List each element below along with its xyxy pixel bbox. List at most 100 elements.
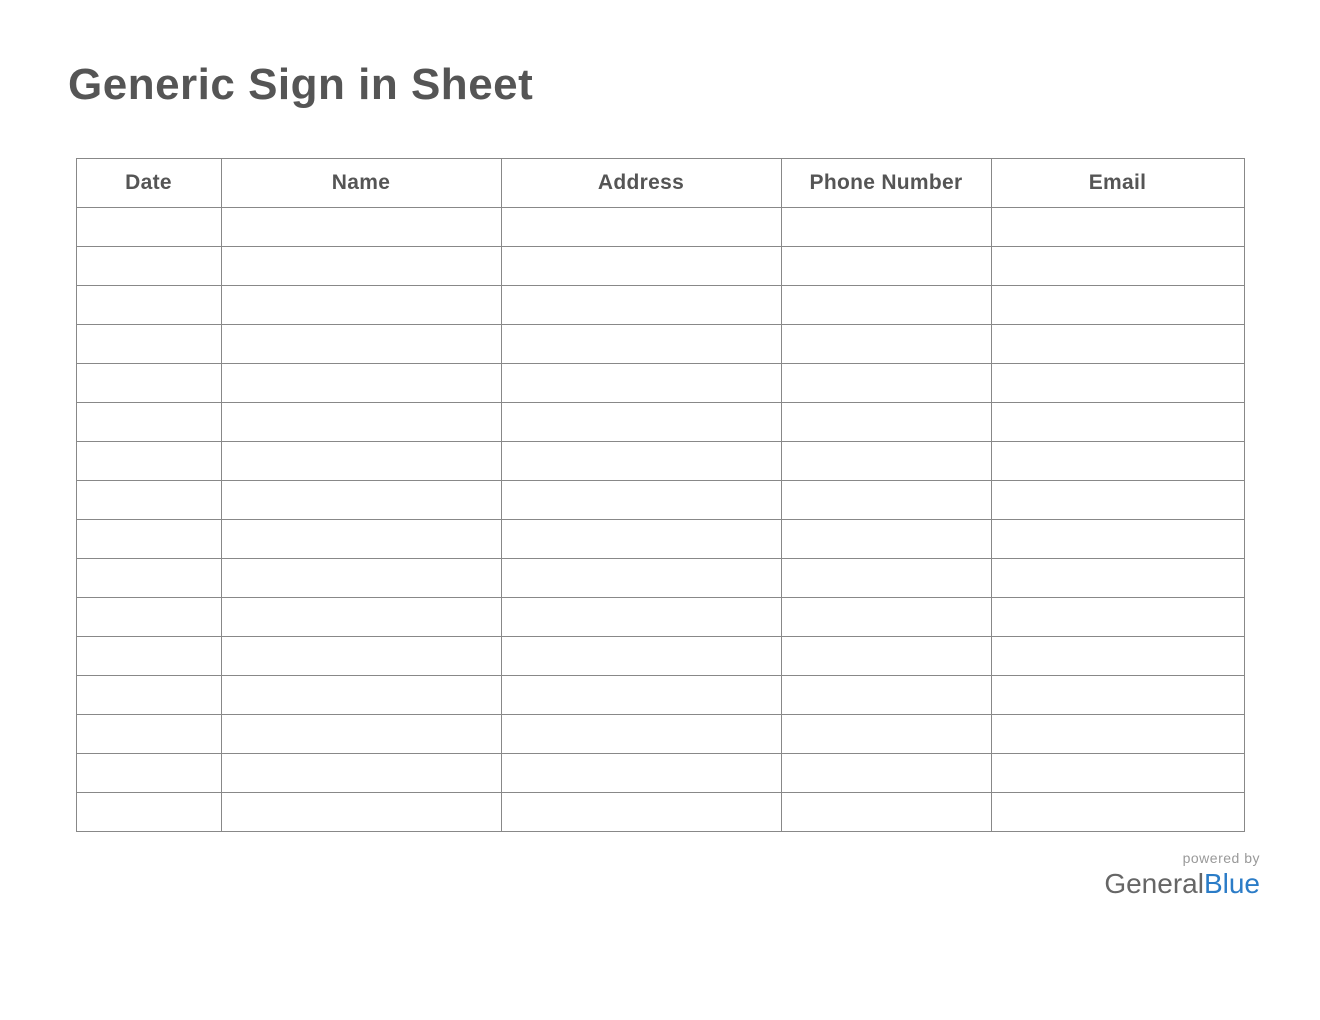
cell-address[interactable]	[501, 715, 781, 754]
cell-address[interactable]	[501, 364, 781, 403]
cell-email[interactable]	[991, 715, 1244, 754]
cell-date[interactable]	[76, 325, 221, 364]
cell-date[interactable]	[76, 364, 221, 403]
cell-phone[interactable]	[781, 793, 991, 832]
cell-phone[interactable]	[781, 637, 991, 676]
cell-email[interactable]	[991, 559, 1244, 598]
table-row	[76, 442, 1244, 481]
cell-name[interactable]	[221, 520, 501, 559]
cell-date[interactable]	[76, 793, 221, 832]
table-row	[76, 559, 1244, 598]
cell-email[interactable]	[991, 286, 1244, 325]
cell-email[interactable]	[991, 520, 1244, 559]
cell-phone[interactable]	[781, 325, 991, 364]
cell-phone[interactable]	[781, 715, 991, 754]
cell-date[interactable]	[76, 676, 221, 715]
cell-date[interactable]	[76, 442, 221, 481]
cell-address[interactable]	[501, 247, 781, 286]
cell-name[interactable]	[221, 676, 501, 715]
cell-address[interactable]	[501, 286, 781, 325]
cell-address[interactable]	[501, 325, 781, 364]
table-row	[76, 793, 1244, 832]
cell-phone[interactable]	[781, 559, 991, 598]
cell-address[interactable]	[501, 637, 781, 676]
cell-name[interactable]	[221, 559, 501, 598]
cell-address[interactable]	[501, 481, 781, 520]
cell-date[interactable]	[76, 637, 221, 676]
cell-email[interactable]	[991, 442, 1244, 481]
cell-phone[interactable]	[781, 520, 991, 559]
cell-email[interactable]	[991, 754, 1244, 793]
cell-name[interactable]	[221, 793, 501, 832]
cell-email[interactable]	[991, 637, 1244, 676]
cell-address[interactable]	[501, 403, 781, 442]
cell-phone[interactable]	[781, 286, 991, 325]
cell-name[interactable]	[221, 325, 501, 364]
cell-address[interactable]	[501, 793, 781, 832]
brand-general-text: General	[1104, 868, 1204, 899]
cell-phone[interactable]	[781, 598, 991, 637]
brand-name: GeneralBlue	[1104, 868, 1260, 900]
cell-phone[interactable]	[781, 364, 991, 403]
cell-address[interactable]	[501, 754, 781, 793]
cell-name[interactable]	[221, 442, 501, 481]
cell-phone[interactable]	[781, 247, 991, 286]
cell-email[interactable]	[991, 364, 1244, 403]
cell-address[interactable]	[501, 208, 781, 247]
cell-phone[interactable]	[781, 442, 991, 481]
cell-email[interactable]	[991, 403, 1244, 442]
cell-address[interactable]	[501, 598, 781, 637]
cell-date[interactable]	[76, 247, 221, 286]
cell-email[interactable]	[991, 481, 1244, 520]
cell-name[interactable]	[221, 754, 501, 793]
table-row	[76, 598, 1244, 637]
table-row	[76, 481, 1244, 520]
cell-name[interactable]	[221, 208, 501, 247]
cell-name[interactable]	[221, 286, 501, 325]
cell-phone[interactable]	[781, 754, 991, 793]
cell-name[interactable]	[221, 598, 501, 637]
cell-date[interactable]	[76, 754, 221, 793]
table-body	[76, 208, 1244, 832]
cell-address[interactable]	[501, 676, 781, 715]
page-title: Generic Sign in Sheet	[68, 60, 1290, 110]
cell-date[interactable]	[76, 520, 221, 559]
cell-phone[interactable]	[781, 208, 991, 247]
table-row	[76, 637, 1244, 676]
table-row	[76, 754, 1244, 793]
cell-name[interactable]	[221, 481, 501, 520]
cell-date[interactable]	[76, 403, 221, 442]
sign-in-table: Date Name Address Phone Number Email	[76, 158, 1245, 832]
cell-address[interactable]	[501, 559, 781, 598]
cell-address[interactable]	[501, 442, 781, 481]
cell-name[interactable]	[221, 247, 501, 286]
cell-phone[interactable]	[781, 481, 991, 520]
cell-date[interactable]	[76, 481, 221, 520]
cell-email[interactable]	[991, 208, 1244, 247]
cell-email[interactable]	[991, 598, 1244, 637]
table-row	[76, 676, 1244, 715]
cell-name[interactable]	[221, 637, 501, 676]
table-row	[76, 520, 1244, 559]
table-row	[76, 208, 1244, 247]
cell-email[interactable]	[991, 325, 1244, 364]
cell-address[interactable]	[501, 520, 781, 559]
cell-phone[interactable]	[781, 676, 991, 715]
cell-date[interactable]	[76, 559, 221, 598]
table-header-row: Date Name Address Phone Number Email	[76, 159, 1244, 208]
cell-name[interactable]	[221, 364, 501, 403]
cell-email[interactable]	[991, 793, 1244, 832]
table-row	[76, 325, 1244, 364]
cell-date[interactable]	[76, 208, 221, 247]
cell-name[interactable]	[221, 715, 501, 754]
cell-email[interactable]	[991, 676, 1244, 715]
table-row	[76, 247, 1244, 286]
cell-date[interactable]	[76, 598, 221, 637]
column-header-address: Address	[501, 159, 781, 208]
cell-name[interactable]	[221, 403, 501, 442]
cell-phone[interactable]	[781, 403, 991, 442]
cell-date[interactable]	[76, 715, 221, 754]
table-row	[76, 364, 1244, 403]
cell-date[interactable]	[76, 286, 221, 325]
cell-email[interactable]	[991, 247, 1244, 286]
